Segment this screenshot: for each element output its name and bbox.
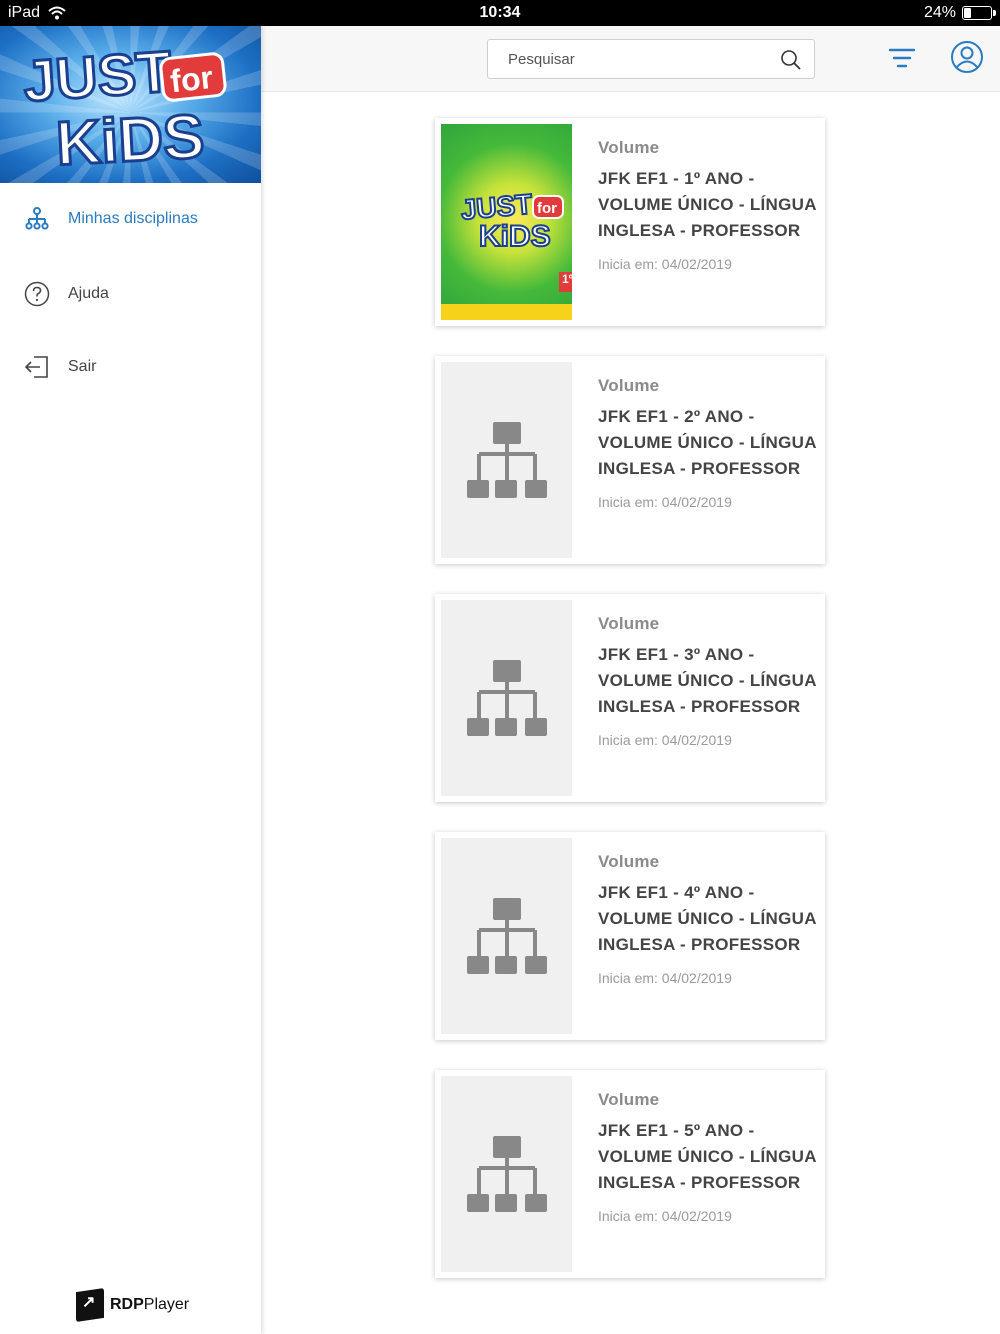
hierarchy-placeholder-icon (467, 1136, 547, 1212)
search-box[interactable] (487, 39, 815, 79)
card-date: Inicia em: 04/02/2019 (598, 732, 732, 748)
card-title: JFK EF1 - 1º ANO - VOLUME ÚNICO - LÍNGUA… (598, 169, 817, 240)
course-card[interactable]: Volume JFK EF1 - 4º ANO - VOLUME ÚNICO -… (435, 832, 825, 1040)
card-date: Inicia em: 04/02/2019 (598, 494, 732, 510)
filter-icon[interactable] (887, 43, 917, 73)
sidebar-item-sair[interactable]: Sair (0, 347, 261, 387)
card-type: Volume (598, 138, 660, 157)
top-bar (261, 26, 1000, 92)
course-card[interactable]: JUST for KiDS 1º Volume JFK EF1 - 1º ANO… (435, 118, 825, 326)
sidebar-item-label: Sair (68, 358, 97, 375)
card-date: Inicia em: 04/02/2019 (598, 970, 732, 986)
search-input[interactable] (508, 48, 768, 70)
rdp-arrow-icon: ↗ (76, 1288, 104, 1322)
course-list: JUST for KiDS 1º Volume JFK EF1 - 1º ANO… (261, 92, 1000, 1334)
sidebar: JUST for KiDS Minhas disciplinas Ajuda S… (0, 26, 261, 1334)
sidebar-item-ajuda[interactable]: Ajuda (0, 274, 261, 314)
brand-bold: RDP (110, 1296, 144, 1313)
sidebar-item-minhas-disciplinas[interactable]: Minhas disciplinas (0, 199, 261, 239)
logout-icon (24, 356, 48, 378)
grade-badge: 1º (559, 272, 572, 292)
help-circle-icon (24, 281, 50, 307)
sidebar-item-label: Ajuda (68, 285, 109, 302)
svg-text:for: for (168, 59, 214, 99)
svg-text:for: for (537, 200, 557, 217)
hierarchy-placeholder-icon (467, 660, 547, 736)
card-title: JFK EF1 - 5º ANO - VOLUME ÚNICO - LÍNGUA… (598, 1121, 817, 1192)
card-type: Volume (598, 1090, 660, 1109)
card-type: Volume (598, 376, 660, 395)
battery-icon (962, 6, 996, 20)
rdp-player-logo: ↗ RDPPlayer (76, 1288, 189, 1322)
card-type: Volume (598, 614, 660, 633)
svg-text:KiDS: KiDS (55, 102, 207, 179)
svg-text:KiDS: KiDS (479, 220, 551, 253)
course-cover: JUST for KiDS 1º (441, 124, 572, 320)
battery-percent: 24% (923, 4, 956, 21)
course-placeholder (441, 1076, 572, 1272)
card-date: Inicia em: 04/02/2019 (598, 1208, 732, 1224)
app-logo: JUST for KiDS (0, 26, 261, 183)
sidebar-item-label: Minhas disciplinas (68, 210, 198, 227)
hierarchy-placeholder-icon (467, 422, 547, 498)
course-card[interactable]: Volume JFK EF1 - 2º ANO - VOLUME ÚNICO -… (435, 356, 825, 564)
course-card[interactable]: Volume JFK EF1 - 5º ANO - VOLUME ÚNICO -… (435, 1070, 825, 1278)
card-date: Inicia em: 04/02/2019 (598, 256, 732, 272)
svg-text:JUST: JUST (21, 39, 173, 114)
card-type: Volume (598, 852, 660, 871)
course-placeholder (441, 600, 572, 796)
course-card[interactable]: Volume JFK EF1 - 3º ANO - VOLUME ÚNICO -… (435, 594, 825, 802)
clock: 10:34 (479, 4, 521, 21)
card-title: JFK EF1 - 4º ANO - VOLUME ÚNICO - LÍNGUA… (598, 883, 817, 954)
card-title: JFK EF1 - 2º ANO - VOLUME ÚNICO - LÍNGUA… (598, 407, 817, 478)
course-placeholder (441, 838, 572, 1034)
brand-rest: Player (143, 1296, 190, 1313)
hierarchy-placeholder-icon (467, 898, 547, 974)
search-icon[interactable] (780, 49, 802, 71)
course-placeholder (441, 362, 572, 558)
card-title: JFK EF1 - 3º ANO - VOLUME ÚNICO - LÍNGUA… (598, 645, 817, 716)
hierarchy-icon (25, 207, 49, 230)
status-bar: iPad 10:34 24% (0, 0, 1000, 26)
battery-level (964, 8, 971, 18)
user-profile-icon[interactable] (950, 40, 984, 74)
